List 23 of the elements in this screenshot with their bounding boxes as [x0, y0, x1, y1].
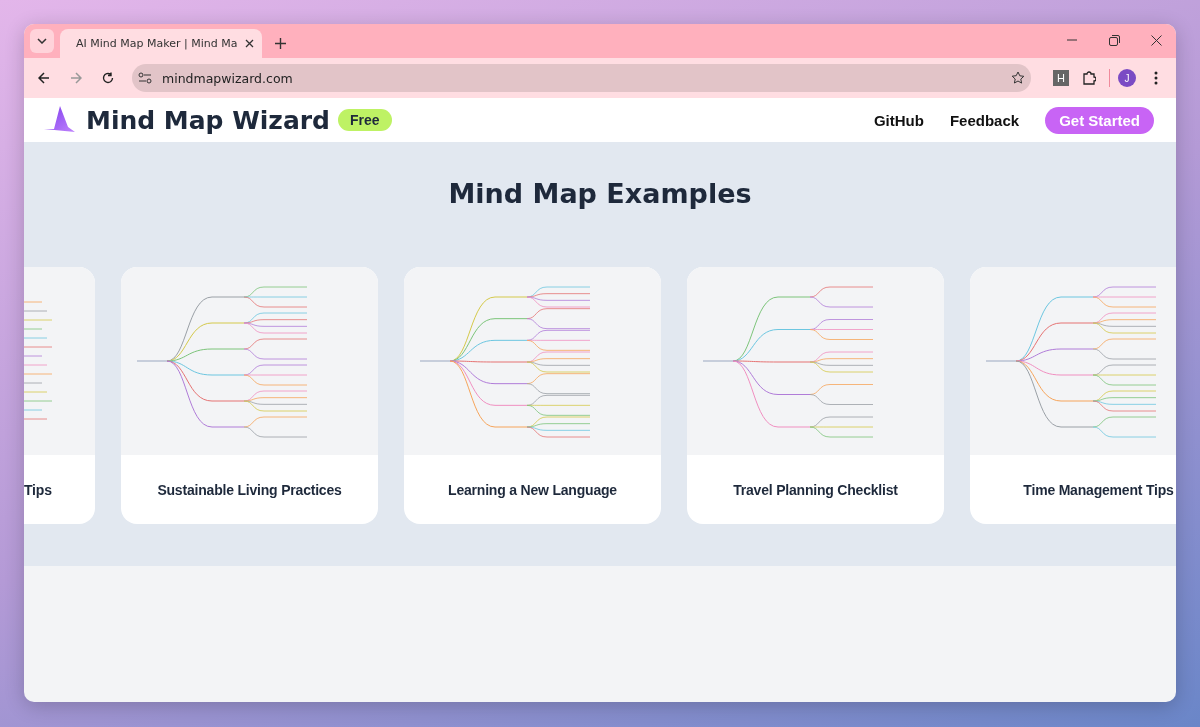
- card-title: Time Management Tips: [1022, 480, 1175, 500]
- example-card[interactable]: Time Management Tips: [970, 267, 1176, 524]
- caret-icon: [37, 38, 47, 44]
- star-icon[interactable]: [1011, 71, 1025, 85]
- profile-avatar[interactable]: J: [1118, 69, 1136, 87]
- tab-list-button[interactable]: [30, 29, 54, 53]
- free-badge: Free: [338, 109, 392, 131]
- brand-name: Mind Map Wizard: [86, 105, 330, 135]
- nav-link[interactable]: GitHub: [873, 111, 924, 129]
- tab-title: AI Mind Map Maker | Mind Ma: [76, 37, 238, 50]
- example-card[interactable]: Travel Planning Checklist: [687, 267, 944, 524]
- card-title: Sustainable Living Practices: [156, 480, 343, 500]
- browser-tab[interactable]: AI Mind Map Maker | Mind Ma: [60, 29, 262, 58]
- card-title: Learning a New Language: [447, 480, 618, 500]
- site-settings-icon[interactable]: [138, 72, 152, 84]
- card-title: Tips: [24, 480, 53, 500]
- example-card[interactable]: Learning a New Language: [404, 267, 661, 524]
- nav-link[interactable]: Feedback: [949, 111, 1020, 129]
- example-card[interactable]: Tips: [24, 267, 95, 524]
- card-title: Travel Planning Checklist: [732, 480, 899, 500]
- section-title: Mind Map Examples: [447, 178, 753, 209]
- example-card[interactable]: Sustainable Living Practices: [121, 267, 378, 524]
- extension-icon[interactable]: H: [1053, 70, 1069, 86]
